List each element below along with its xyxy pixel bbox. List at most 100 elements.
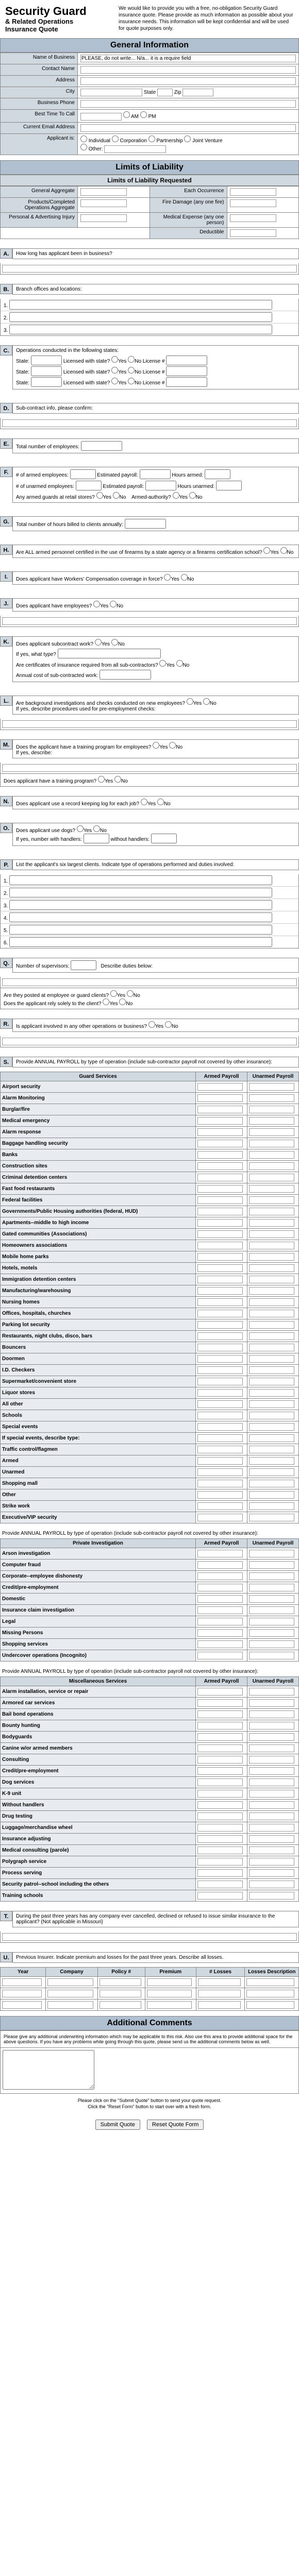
- misc-unarmed-2[interactable]: [249, 1710, 294, 1718]
- c-lic-3[interactable]: [166, 377, 207, 387]
- misc-armed-6[interactable]: [197, 1756, 243, 1764]
- j-yes[interactable]: [93, 601, 100, 607]
- pi-unarmed-4[interactable]: [249, 1595, 294, 1603]
- k-cert-yes[interactable]: [159, 660, 166, 667]
- guard-unarmed-18[interactable]: [249, 1287, 294, 1295]
- u-loss-2[interactable]: [198, 1990, 241, 1997]
- guard-unarmed-9[interactable]: [249, 1185, 294, 1193]
- misc-armed-2[interactable]: [197, 1710, 243, 1718]
- gen-agg-input[interactable]: [80, 188, 127, 196]
- misc-unarmed-14[interactable]: [249, 1846, 294, 1854]
- guard-armed-21[interactable]: [197, 1321, 243, 1329]
- c-yes-2[interactable]: [111, 367, 118, 374]
- c-state-1[interactable]: [31, 355, 62, 365]
- pi-unarmed-3[interactable]: [249, 1584, 294, 1591]
- guard-unarmed-28[interactable]: [249, 1400, 294, 1408]
- r-no[interactable]: [165, 1021, 172, 1028]
- u-desc-2[interactable]: [246, 1990, 294, 1997]
- email-input[interactable]: [80, 124, 296, 132]
- u-loss-3[interactable]: [198, 2001, 241, 2009]
- f-retail-yes[interactable]: [96, 492, 103, 499]
- guard-unarmed-29[interactable]: [249, 1412, 294, 1419]
- pi-unarmed-1[interactable]: [249, 1561, 294, 1569]
- b-input-2[interactable]: [9, 312, 272, 322]
- guard-unarmed-37[interactable]: [249, 1502, 294, 1510]
- misc-armed-13[interactable]: [197, 1835, 243, 1843]
- u-year-2[interactable]: [2, 1990, 42, 1997]
- guard-armed-26[interactable]: [197, 1378, 243, 1385]
- guard-unarmed-16[interactable]: [249, 1264, 294, 1272]
- pi-unarmed-0[interactable]: [249, 1550, 294, 1557]
- f-auth-no[interactable]: [189, 492, 196, 499]
- j-input[interactable]: [2, 617, 297, 625]
- pi-armed-4[interactable]: [197, 1595, 243, 1603]
- guard-armed-17[interactable]: [197, 1276, 243, 1283]
- j-no[interactable]: [110, 601, 117, 607]
- guard-unarmed-31[interactable]: [249, 1434, 294, 1442]
- am-radio[interactable]: [123, 111, 130, 118]
- pi-armed-1[interactable]: [197, 1561, 243, 1569]
- guard-unarmed-10[interactable]: [249, 1196, 294, 1204]
- r-input[interactable]: [2, 1038, 297, 1045]
- misc-unarmed-4[interactable]: [249, 1733, 294, 1741]
- m-yes[interactable]: [153, 742, 159, 749]
- guard-unarmed-22[interactable]: [249, 1332, 294, 1340]
- guard-armed-6[interactable]: [197, 1151, 243, 1159]
- b-input-1[interactable]: [9, 300, 272, 310]
- other-input[interactable]: [104, 145, 166, 153]
- guard-armed-24[interactable]: [197, 1355, 243, 1363]
- u-co-2[interactable]: [47, 1990, 93, 1997]
- guard-unarmed-36[interactable]: [249, 1491, 294, 1499]
- guard-armed-13[interactable]: [197, 1230, 243, 1238]
- g-input[interactable]: [125, 519, 166, 529]
- guard-unarmed-21[interactable]: [249, 1321, 294, 1329]
- h-yes[interactable]: [263, 547, 270, 554]
- name-input[interactable]: [80, 55, 296, 62]
- u-year-3[interactable]: [2, 2001, 42, 2009]
- submit-button[interactable]: [95, 2120, 140, 2130]
- misc-unarmed-15[interactable]: [249, 1858, 294, 1866]
- misc-armed-0[interactable]: [197, 1688, 243, 1696]
- other-radio[interactable]: [80, 144, 87, 150]
- u-pol-1[interactable]: [99, 1978, 141, 1986]
- a-input[interactable]: [2, 265, 297, 273]
- c-lic-2[interactable]: [166, 366, 207, 376]
- k-cert-no[interactable]: [176, 660, 183, 667]
- misc-unarmed-7[interactable]: [249, 1767, 294, 1775]
- guard-unarmed-15[interactable]: [249, 1253, 294, 1261]
- guard-armed-19[interactable]: [197, 1298, 243, 1306]
- guard-armed-9[interactable]: [197, 1185, 243, 1193]
- guard-armed-32[interactable]: [197, 1446, 243, 1453]
- guard-unarmed-11[interactable]: [249, 1208, 294, 1215]
- misc-unarmed-13[interactable]: [249, 1835, 294, 1843]
- misc-unarmed-17[interactable]: [249, 1880, 294, 1888]
- guard-armed-28[interactable]: [197, 1400, 243, 1408]
- q-posted-no[interactable]: [127, 990, 134, 997]
- guard-unarmed-4[interactable]: [249, 1128, 294, 1136]
- misc-unarmed-0[interactable]: [249, 1688, 294, 1696]
- guard-armed-14[interactable]: [197, 1242, 243, 1249]
- u-desc-1[interactable]: [246, 1978, 294, 1986]
- pi-armed-0[interactable]: [197, 1550, 243, 1557]
- o-yes[interactable]: [77, 825, 84, 832]
- m2-no[interactable]: [114, 776, 121, 783]
- phone-input[interactable]: [80, 100, 296, 108]
- misc-armed-3[interactable]: [197, 1722, 243, 1730]
- misc-unarmed-12[interactable]: [249, 1824, 294, 1832]
- guard-armed-30[interactable]: [197, 1423, 243, 1431]
- u-prem-1[interactable]: [147, 1978, 192, 1986]
- pi-armed-9[interactable]: [197, 1652, 243, 1659]
- misc-unarmed-10[interactable]: [249, 1801, 294, 1809]
- u-co-3[interactable]: [47, 2001, 93, 2009]
- guard-armed-2[interactable]: [197, 1106, 243, 1113]
- c-state-3[interactable]: [31, 377, 62, 387]
- guard-armed-1[interactable]: [197, 1094, 243, 1102]
- guard-armed-27[interactable]: [197, 1389, 243, 1397]
- f-unarmed[interactable]: [76, 481, 102, 490]
- guard-unarmed-32[interactable]: [249, 1446, 294, 1453]
- guard-armed-5[interactable]: [197, 1140, 243, 1147]
- f-armed[interactable]: [70, 469, 96, 479]
- o-handlers[interactable]: [84, 834, 109, 843]
- misc-unarmed-11[interactable]: [249, 1812, 294, 1820]
- guard-unarmed-23[interactable]: [249, 1344, 294, 1351]
